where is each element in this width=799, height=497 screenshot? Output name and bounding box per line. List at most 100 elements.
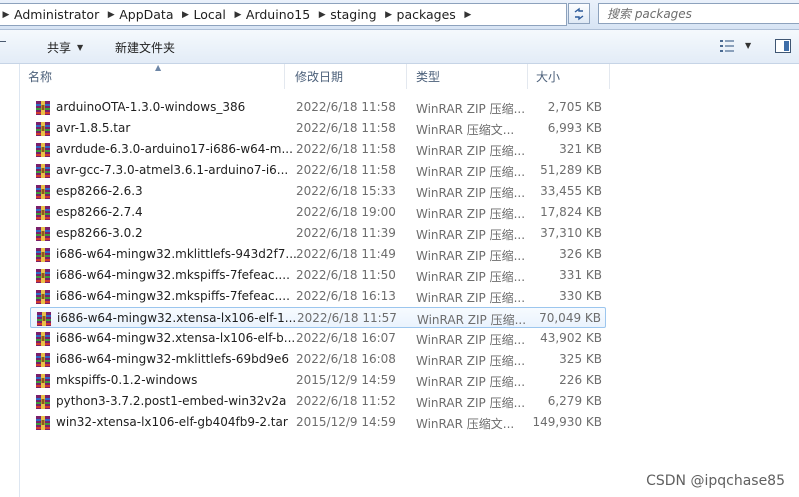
chevron-right-icon[interactable]: ▶	[232, 10, 244, 20]
breadcrumb-item[interactable]: packages ▶	[395, 4, 474, 25]
chevron-right-icon[interactable]: ▶	[0, 4, 12, 25]
file-name[interactable]: python3-3.7.2.post1-embed-win32v2a	[56, 394, 286, 408]
file-type: WinRAR ZIP 压缩...	[416, 165, 526, 179]
preview-pane-icon[interactable]	[775, 39, 791, 53]
winrar-archive-icon	[36, 353, 50, 367]
file-row[interactable]: esp8266-2.7.4 2022/6/18 19:00 WinRAR ZIP 压…	[30, 202, 606, 223]
file-row[interactable]: mkspiffs-0.1.2-windows 2015/12/9 14:59 Win…	[30, 370, 606, 391]
file-row[interactable]: i686-w64-mingw32.mklittlefs-943d2f7... 20…	[30, 244, 606, 265]
file-size: 226 KB	[559, 373, 602, 387]
share-label: 共享	[47, 40, 72, 55]
file-type: WinRAR ZIP 压缩...	[416, 270, 526, 284]
file-date: 2022/6/18 11:58	[296, 142, 396, 156]
file-name[interactable]: win32-xtensa-lx106-elf-gb404fb9-2.tar	[56, 415, 288, 429]
file-row[interactable]: avr-gcc-7.3.0-atmel3.6.1-arduino7-i6... 2…	[30, 160, 606, 181]
search-input[interactable]	[607, 5, 792, 22]
file-name[interactable]: avr-gcc-7.3.0-atmel3.6.1-arduino7-i6...	[56, 163, 288, 177]
file-row[interactable]: i686-w64-mingw32-mklittlefs-69bd9e6 2022/…	[30, 349, 606, 370]
share-button[interactable]: 共享 ▼	[47, 38, 83, 56]
file-name[interactable]: avr-1.8.5.tar	[56, 121, 130, 135]
file-size: 330 KB	[559, 289, 602, 303]
chevron-right-icon[interactable]: ▶	[462, 10, 474, 20]
file-date: 2022/6/18 11:49	[296, 247, 396, 261]
file-type: WinRAR ZIP 压缩...	[416, 375, 526, 389]
file-name[interactable]: esp8266-3.0.2	[56, 226, 143, 240]
chevron-right-icon[interactable]: ▶	[105, 10, 117, 20]
file-size: 70,049 KB	[539, 311, 601, 325]
winrar-archive-icon	[36, 290, 50, 304]
file-row[interactable]: i686-w64-mingw32.mkspiffs-7fefeac.... 202…	[30, 265, 606, 286]
file-type: WinRAR ZIP 压缩...	[416, 333, 526, 347]
file-date: 2022/6/18 11:50	[296, 268, 396, 282]
file-date: 2022/6/18 11:39	[296, 226, 396, 240]
new-folder-label: 新建文件夹	[115, 40, 176, 55]
file-name[interactable]: i686-w64-mingw32.mkspiffs-7fefeac....	[56, 289, 290, 303]
file-row[interactable]: i686-w64-mingw32.xtensa-lx106-elf-1... 20…	[30, 307, 606, 328]
winrar-archive-icon	[37, 312, 51, 326]
file-date: 2022/6/18 16:13	[296, 289, 396, 303]
winrar-archive-icon	[36, 248, 50, 262]
winrar-archive-icon	[36, 332, 50, 346]
file-row[interactable]: i686-w64-mingw32.mkspiffs-7fefeac.... 202…	[30, 286, 606, 307]
file-size: 37,310 KB	[540, 226, 602, 240]
breadcrumb-item[interactable]: Local ▶	[192, 4, 244, 25]
file-row[interactable]: avrdude-6.3.0-arduino17-i686-w64-m... 202…	[30, 139, 606, 160]
search-box[interactable]	[598, 3, 799, 24]
file-type: WinRAR 压缩文...	[416, 123, 515, 137]
file-type: WinRAR ZIP 压缩...	[416, 186, 526, 200]
file-name[interactable]: avrdude-6.3.0-arduino17-i686-w64-m...	[56, 142, 293, 156]
file-size: 149,930 KB	[532, 415, 602, 429]
chevron-right-icon[interactable]: ▶	[316, 10, 328, 20]
refresh-button[interactable]	[568, 3, 590, 24]
file-row[interactable]: arduinoOTA-1.3.0-windows_386 2022/6/18 11…	[30, 97, 606, 118]
column-date[interactable]: 修改日期	[287, 64, 407, 89]
column-type[interactable]: 类型	[408, 64, 528, 89]
file-date: 2015/12/9 14:59	[296, 415, 396, 429]
breadcrumb-item[interactable]: Administrator ▶	[12, 4, 117, 25]
breadcrumb[interactable]: ▶ Administrator ▶ AppData ▶ Local ▶ Arduino…	[0, 3, 567, 26]
file-row[interactable]: python3-3.7.2.post1-embed-win32v2a 2022/6…	[30, 391, 606, 412]
file-name[interactable]: mkspiffs-0.1.2-windows	[56, 373, 197, 387]
breadcrumb-item[interactable]: staging ▶	[328, 4, 394, 25]
file-date: 2022/6/18 11:58	[296, 163, 396, 177]
navigation-pane	[0, 64, 20, 497]
winrar-archive-icon	[36, 122, 50, 136]
breadcrumb-item[interactable]: AppData ▶	[117, 4, 191, 25]
command-bar: 共享 ▼ 新建文件夹 ▼	[0, 30, 799, 64]
file-type: WinRAR ZIP 压缩...	[416, 102, 526, 116]
file-name[interactable]: esp8266-2.6.3	[56, 184, 143, 198]
file-size: 331 KB	[559, 268, 602, 282]
column-name[interactable]: 名称	[20, 64, 285, 89]
breadcrumb-item[interactable]: Arduino15 ▶	[244, 4, 328, 25]
file-type: WinRAR ZIP 压缩...	[416, 291, 526, 305]
file-row[interactable]: avr-1.8.5.tar 2022/6/18 11:58 WinRAR 压缩文..…	[30, 118, 606, 139]
new-folder-button[interactable]: 新建文件夹	[115, 38, 175, 56]
file-name[interactable]: esp8266-2.7.4	[56, 205, 143, 219]
file-type: WinRAR 压缩文...	[416, 417, 515, 431]
chevron-right-icon[interactable]: ▶	[180, 10, 192, 20]
winrar-archive-icon	[36, 101, 50, 115]
watermark: CSDN @ipqchase85	[646, 473, 785, 489]
file-name[interactable]: i686-w64-mingw32.mklittlefs-943d2f7...	[56, 247, 297, 261]
file-type: WinRAR ZIP 压缩...	[416, 207, 526, 221]
file-date: 2022/6/18 11:57	[297, 311, 397, 325]
chevron-down-icon[interactable]: ▼	[745, 41, 751, 50]
file-row[interactable]: esp8266-2.6.3 2022/6/18 15:33 WinRAR ZIP 压…	[30, 181, 606, 202]
file-name[interactable]: i686-w64-mingw32.xtensa-lx106-elf-1...	[57, 311, 296, 325]
file-name[interactable]: arduinoOTA-1.3.0-windows_386	[56, 100, 245, 114]
file-size: 51,289 KB	[540, 163, 602, 177]
file-name[interactable]: i686-w64-mingw32-mklittlefs-69bd9e6	[56, 352, 289, 366]
file-row[interactable]: win32-xtensa-lx106-elf-gb404fb9-2.tar 201…	[30, 412, 606, 433]
file-name[interactable]: i686-w64-mingw32.mkspiffs-7fefeac....	[56, 268, 290, 282]
chevron-right-icon[interactable]: ▶	[383, 10, 395, 20]
winrar-archive-icon	[36, 269, 50, 283]
view-options-icon[interactable]	[720, 40, 734, 52]
file-name[interactable]: i686-w64-mingw32.xtensa-lx106-elf-b...	[56, 331, 295, 345]
column-size[interactable]: 大小	[528, 64, 610, 89]
file-row[interactable]: esp8266-3.0.2 2022/6/18 11:39 WinRAR ZIP 压…	[30, 223, 606, 244]
winrar-archive-icon	[36, 416, 50, 430]
chevron-down-icon: ▼	[77, 42, 84, 52]
file-row[interactable]: i686-w64-mingw32.xtensa-lx106-elf-b... 20…	[30, 328, 606, 349]
file-type: WinRAR ZIP 压缩...	[416, 228, 526, 242]
file-type: WinRAR ZIP 压缩...	[416, 396, 526, 410]
